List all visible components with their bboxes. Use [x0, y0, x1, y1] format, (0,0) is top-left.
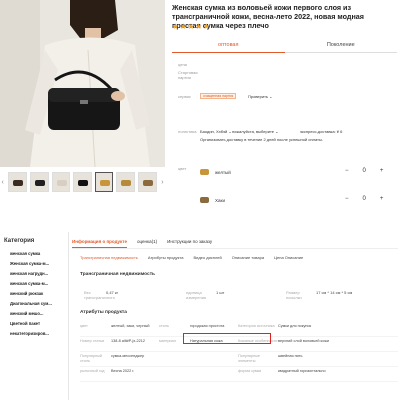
- attr-key: Номер статьи: [80, 339, 105, 343]
- category-item[interactable]: Женская сумка-м...: [10, 259, 52, 269]
- tab-product-info[interactable]: Информация о продукте: [72, 236, 127, 248]
- model-with-bag-illustration: [0, 0, 165, 167]
- attr-value: 138-8 allt#P-jx-2212: [111, 339, 145, 343]
- field-key: единица измерения: [186, 290, 207, 300]
- tab-wholesale[interactable]: оптовая: [172, 37, 285, 53]
- thumbnail-strip: ‹ ›: [0, 171, 165, 193]
- category-item[interactable]: женская нагрудн...: [10, 269, 52, 279]
- cross-border-fields: Вес трансграничного 0,47 кг единица изме…: [84, 290, 394, 300]
- qty-plus-button[interactable]: +: [380, 196, 384, 202]
- qty-value[interactable]: 0: [363, 168, 366, 174]
- tab-order-instructions[interactable]: Инструкции по заказу: [167, 236, 212, 248]
- variant-khaki-name: Хаки: [215, 197, 225, 203]
- cross-border-title: Трансграничная недвижимость: [80, 272, 156, 277]
- variant-khaki-stepper[interactable]: − 0 +: [345, 196, 383, 202]
- category-title: Категория: [4, 238, 35, 244]
- color-label: цвет: [178, 166, 187, 171]
- category-item[interactable]: женский мешо...: [10, 309, 52, 319]
- attr-key: цвет: [80, 324, 88, 328]
- service-check-link[interactable]: Проверить ⌄: [248, 94, 272, 99]
- thumbnail-2[interactable]: [29, 172, 49, 192]
- detail-tabs: Информация о продукте оценка(1) Инструкц…: [72, 236, 398, 249]
- table-row: рыночный год Весна 2022 г. форма сумки к…: [80, 367, 398, 382]
- variant-yellow-stepper[interactable]: − 0 +: [345, 168, 383, 174]
- attr-value: сумка-мессенджер: [111, 354, 145, 358]
- thumbs-prev-arrow-icon[interactable]: ‹: [0, 179, 5, 186]
- subtab-price-description[interactable]: Цена Описание: [274, 254, 303, 262]
- shipping-note: Организовать доставку в течение 2 дней п…: [200, 137, 323, 142]
- subtab-description[interactable]: Описание товара: [232, 254, 264, 262]
- price-label: цена: [178, 62, 187, 67]
- subtab-video[interactable]: Видео дисплей: [193, 254, 221, 262]
- attr-key: Популярный стиль: [80, 354, 103, 363]
- product-main-image[interactable]: [0, 0, 165, 167]
- category-list: женская сумка Женская сумка-м... женская…: [10, 249, 52, 339]
- attr-value: [190, 352, 238, 366]
- field-value: 1 шт: [216, 290, 225, 295]
- thumbnail-1[interactable]: [8, 172, 27, 192]
- service-label: сервис: [178, 94, 191, 99]
- thumbnail-7[interactable]: [138, 172, 157, 192]
- field-value: 17 см * 14 см * 5 см: [316, 290, 353, 295]
- material-highlight-box: [183, 333, 271, 344]
- service-badge: очищенная партия: [200, 93, 237, 99]
- shipping-from-select[interactable]: Баодин, Хэбэй ⌄: [200, 129, 232, 134]
- thumbnail-5[interactable]: [94, 172, 114, 192]
- attr-key: [159, 367, 190, 381]
- attr-value: [190, 367, 238, 381]
- category-item[interactable]: Диагональная сум...: [10, 299, 52, 309]
- attr-key: [159, 352, 190, 366]
- field-value: 0,47 кг: [106, 290, 119, 295]
- variant-yellow-name: желтый: [215, 169, 231, 175]
- attr-value: Сумки для покупок: [278, 324, 312, 328]
- thumbnail-4[interactable]: [73, 172, 92, 192]
- category-item[interactable]: женская сумка: [10, 249, 52, 259]
- category-item[interactable]: некатегоризиров...: [10, 329, 52, 339]
- tab-reviews[interactable]: оценка(1): [137, 236, 157, 248]
- shipping-fee: экспресс-доставка: ¥ 6: [300, 129, 343, 134]
- tab-generation[interactable]: Поколение: [284, 37, 397, 53]
- attr-value: Весна 2022 г.: [111, 369, 135, 373]
- attr-key: рыночный год: [80, 369, 105, 373]
- attr-value: квадратный горизонтально: [278, 369, 326, 373]
- thumbs-next-arrow-icon[interactable]: ›: [160, 179, 165, 186]
- qty-plus-button[interactable]: +: [380, 168, 384, 174]
- variant-yellow-thumb: [200, 169, 209, 175]
- variant-yellow[interactable]: желтый: [200, 169, 231, 175]
- attr-key: форма сумки: [238, 369, 262, 373]
- attributes-title: Атрибуты продукта: [80, 310, 127, 315]
- field-key: Вес трансграничного: [84, 290, 115, 300]
- starting-batch-label: Стартовая партия: [178, 70, 198, 80]
- detail-sub-tabs: Трансграничная недвижимость Атрибуты про…: [80, 254, 398, 262]
- purchase-mode-tabs: оптовая Поколение: [172, 37, 397, 53]
- attr-key: Популярные элементы: [238, 354, 261, 363]
- category-item[interactable]: женская сумка-м...: [10, 279, 52, 289]
- rating-stars: ★★★★★: [172, 22, 211, 31]
- qty-value[interactable]: 0: [363, 196, 366, 202]
- qty-minus-button[interactable]: −: [345, 168, 349, 174]
- field-key: Размер посылки: [286, 290, 302, 300]
- attributes-table: цвет желтый, хаки, черный стиль городска…: [80, 322, 398, 382]
- variant-khaki-thumb: [200, 197, 209, 203]
- thumbnail-3[interactable]: [51, 172, 71, 192]
- shipping-to-select[interactable]: пожалуйста, выберите ⌄: [232, 129, 278, 134]
- attr-value: швейная нить: [278, 354, 303, 358]
- shipping-label: логистика: [178, 129, 197, 134]
- thumbnail-6[interactable]: [116, 172, 136, 192]
- attr-value: верхний слой воловьей кожи: [278, 339, 329, 343]
- category-item[interactable]: Цветной пакет: [10, 319, 52, 329]
- subtab-attributes[interactable]: Атрибуты продукта: [148, 254, 184, 262]
- table-row: Популярный стиль сумка-мессенджер Популя…: [80, 352, 398, 367]
- attr-value: желтый, хаки, черный: [111, 324, 150, 328]
- category-item[interactable]: женский рюкзак: [10, 289, 52, 299]
- qty-minus-button[interactable]: −: [345, 196, 349, 202]
- variant-khaki[interactable]: Хаки: [200, 197, 225, 203]
- subtab-cross-border[interactable]: Трансграничная недвижимость: [80, 254, 138, 262]
- divider: [68, 232, 69, 400]
